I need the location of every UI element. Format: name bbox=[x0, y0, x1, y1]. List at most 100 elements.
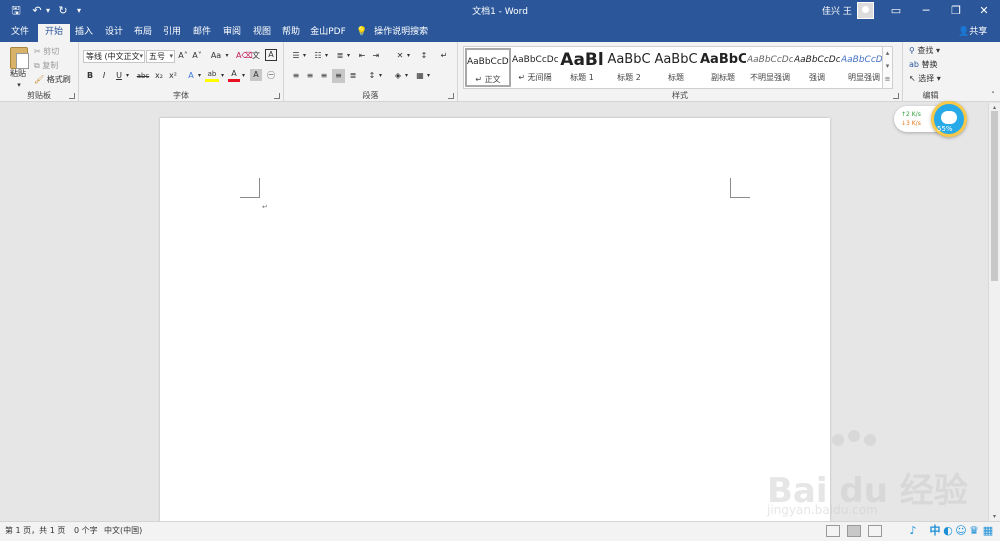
language-indicator[interactable]: 中文(中国) bbox=[104, 525, 142, 536]
line-spacing-dropdown-icon[interactable]: ▾ bbox=[378, 69, 383, 83]
font-launcher-icon[interactable] bbox=[274, 93, 280, 99]
styles-gallery-scroll[interactable]: ▴ ▾ ≡ bbox=[882, 47, 892, 88]
web-layout-icon[interactable] bbox=[868, 525, 882, 537]
ime-mode-label[interactable]: 中 bbox=[928, 523, 942, 539]
bullets-button[interactable]: ☰ bbox=[290, 49, 302, 63]
paragraph-mark[interactable]: ↵ bbox=[262, 203, 268, 211]
show-marks-button[interactable]: ↵ bbox=[438, 49, 450, 63]
scroll-up-icon[interactable]: ▴ bbox=[990, 104, 999, 111]
read-mode-icon[interactable] bbox=[826, 525, 840, 537]
strikethrough-button[interactable]: abc bbox=[135, 69, 151, 83]
tab-view[interactable]: 视图 bbox=[248, 24, 276, 42]
numbering-button[interactable]: ☷ bbox=[312, 49, 324, 63]
text-effects-dropdown-icon[interactable]: ▾ bbox=[197, 69, 202, 83]
close-button[interactable]: ✕ bbox=[970, 2, 998, 19]
subscript-button[interactable]: x₂ bbox=[153, 69, 165, 83]
style-heading-1[interactable]: AaBl 标题 1 bbox=[559, 48, 605, 87]
chevron-up-icon[interactable]: ▴ bbox=[883, 47, 892, 60]
chinese-layout-button[interactable]: ✕ bbox=[394, 49, 406, 63]
select-button[interactable]: ↖ 选择 ▾ bbox=[909, 72, 941, 86]
style-no-spacing[interactable]: AaBbCcDc ↵ 无间隔 bbox=[512, 48, 558, 87]
superscript-button[interactable]: x² bbox=[167, 69, 179, 83]
clipboard-launcher-icon[interactable] bbox=[69, 93, 75, 99]
center-button[interactable]: ≡ bbox=[304, 69, 316, 83]
italic-button[interactable]: I bbox=[99, 69, 109, 83]
change-case-dropdown-icon[interactable]: ▾ bbox=[225, 49, 229, 63]
vertical-scrollbar[interactable]: ▴ ▾ bbox=[988, 103, 1000, 521]
style-intense-emphasis[interactable]: AaBbCcDc 明显强调 bbox=[841, 48, 887, 87]
bold-button[interactable]: B bbox=[85, 69, 95, 83]
style-heading-2[interactable]: AaBbC 标题 2 bbox=[606, 48, 652, 87]
enclose-characters-button[interactable]: ㊀ bbox=[265, 69, 277, 83]
scroll-thumb[interactable] bbox=[991, 111, 998, 281]
print-layout-icon[interactable] bbox=[847, 525, 861, 537]
align-left-button[interactable]: ≡ bbox=[290, 69, 302, 83]
redo-icon[interactable]: ↻ bbox=[56, 3, 70, 18]
bullets-dropdown-icon[interactable]: ▾ bbox=[302, 49, 307, 63]
grow-font-button[interactable]: A˄ bbox=[177, 49, 189, 63]
paragraph-launcher-icon[interactable] bbox=[448, 93, 454, 99]
tab-file[interactable]: 文件 bbox=[6, 24, 34, 42]
tab-references[interactable]: 引用 bbox=[158, 24, 186, 42]
underline-button[interactable]: U bbox=[114, 69, 124, 83]
keyboard-icon[interactable]: ▦ bbox=[982, 523, 994, 539]
character-shading-button[interactable]: A bbox=[250, 69, 262, 81]
sort-button[interactable]: ↕ bbox=[418, 49, 430, 63]
tab-home[interactable]: 开始 bbox=[38, 24, 70, 42]
save-icon[interactable]: 🖫 bbox=[8, 3, 24, 18]
collapse-ribbon-icon[interactable]: ˄ bbox=[988, 88, 998, 102]
ribbon-display-options-icon[interactable]: ▭ bbox=[882, 2, 910, 19]
undo-dropdown-icon[interactable]: ▾ bbox=[44, 3, 52, 18]
styles-launcher-icon[interactable] bbox=[893, 93, 899, 99]
align-right-button[interactable]: ≡ bbox=[318, 69, 330, 83]
tell-me-search[interactable]: 💡 操作说明搜索 bbox=[356, 24, 428, 42]
style-subtitle[interactable]: AaBbC 副标题 bbox=[700, 48, 746, 87]
find-button[interactable]: ⚲ 查找 ▾ bbox=[909, 44, 940, 58]
highlight-dropdown-icon[interactable]: ▾ bbox=[220, 69, 225, 83]
highlight-button[interactable]: ab bbox=[205, 69, 219, 82]
numbering-dropdown-icon[interactable]: ▾ bbox=[324, 49, 329, 63]
copy-button[interactable]: ⧉ 复制 bbox=[34, 59, 58, 73]
distributed-button[interactable]: ≣ bbox=[347, 69, 359, 83]
minimize-button[interactable]: ─ bbox=[912, 2, 940, 19]
multilevel-dropdown-icon[interactable]: ▾ bbox=[346, 49, 351, 63]
borders-dropdown-icon[interactable]: ▾ bbox=[426, 69, 431, 83]
share-button[interactable]: 👤共享 bbox=[958, 24, 987, 42]
justify-button[interactable]: ≡ bbox=[332, 69, 345, 83]
customize-qat-icon[interactable]: ▾ bbox=[74, 3, 84, 18]
font-name-combo[interactable]: 等线 (中文正文 ▾ bbox=[83, 50, 145, 63]
increase-indent-button[interactable]: ⇥ bbox=[370, 49, 382, 63]
line-spacing-button[interactable]: ↕ bbox=[366, 69, 378, 83]
chinese-layout-dropdown-icon[interactable]: ▾ bbox=[406, 49, 411, 63]
restore-button[interactable]: ❐ bbox=[942, 2, 970, 19]
undo-icon[interactable]: ↶ bbox=[30, 3, 44, 18]
smiley-icon[interactable]: ☺ bbox=[955, 523, 967, 539]
shading-dropdown-icon[interactable]: ▾ bbox=[404, 69, 409, 83]
text-effects-button[interactable]: A bbox=[185, 69, 197, 83]
moon-icon[interactable]: ◐ bbox=[942, 523, 954, 539]
multilevel-list-button[interactable]: ≣ bbox=[334, 49, 346, 63]
phonetic-guide-button[interactable]: 文 bbox=[250, 49, 262, 63]
decrease-indent-button[interactable]: ⇤ bbox=[356, 49, 368, 63]
replace-button[interactable]: ab 替换 bbox=[909, 58, 938, 72]
underline-dropdown-icon[interactable]: ▾ bbox=[125, 69, 130, 83]
format-painter-button[interactable]: 🖌 格式刷 bbox=[34, 73, 71, 87]
document-page[interactable]: ↵ bbox=[160, 118, 830, 521]
user-avatar[interactable] bbox=[857, 2, 874, 19]
user-name[interactable]: 佳兴 王 bbox=[822, 4, 852, 17]
font-color-dropdown-icon[interactable]: ▾ bbox=[241, 69, 246, 83]
ime-tray-icon[interactable]: ♪ bbox=[906, 523, 920, 539]
word-count[interactable]: 0 个字 bbox=[74, 525, 98, 536]
paste-icon[interactable] bbox=[10, 47, 29, 69]
character-border-button[interactable]: A bbox=[265, 49, 277, 61]
tab-insert[interactable]: 插入 bbox=[70, 24, 98, 42]
clear-formatting-button[interactable]: A⌫ bbox=[236, 49, 253, 63]
tab-design[interactable]: 设计 bbox=[100, 24, 128, 42]
tab-review[interactable]: 审阅 bbox=[218, 24, 246, 42]
shrink-font-button[interactable]: A˅ bbox=[191, 49, 203, 63]
style-normal[interactable]: AaBbCcDc ↵ 正文 bbox=[465, 48, 511, 87]
tab-layout[interactable]: 布局 bbox=[129, 24, 157, 42]
tab-mailings[interactable]: 邮件 bbox=[188, 24, 216, 42]
change-case-button[interactable]: Aa bbox=[209, 49, 223, 63]
shading-button[interactable]: ◈ bbox=[392, 69, 404, 83]
